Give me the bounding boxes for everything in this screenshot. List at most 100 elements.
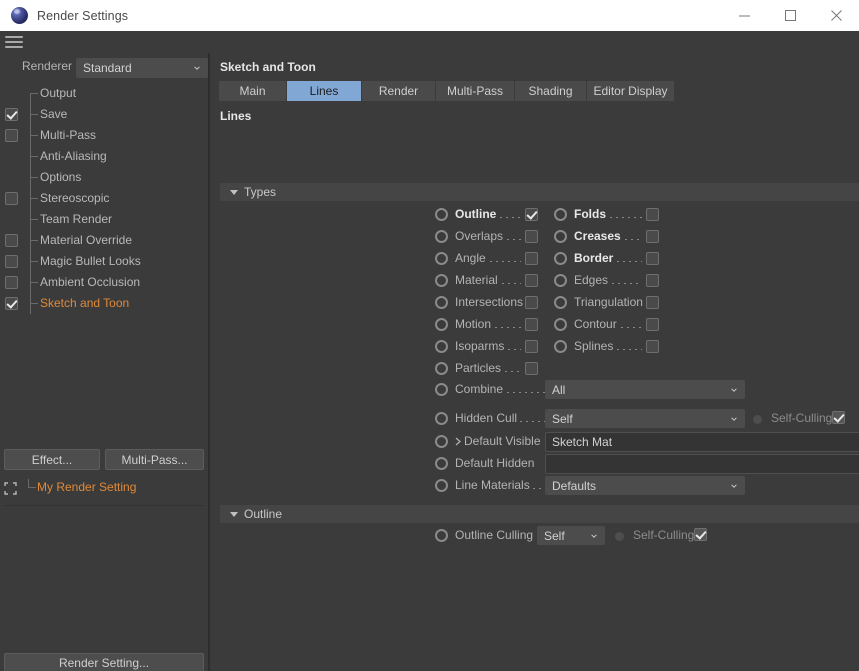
minimize-icon[interactable]: [721, 0, 767, 31]
line-type-outline-checkbox[interactable]: [525, 208, 538, 221]
line-type-angle-label: Angle: [455, 251, 486, 265]
tree-item-team-render[interactable]: Team Render: [0, 209, 208, 230]
line-type-angle-checkbox[interactable]: [525, 252, 538, 265]
line-type-splines-radio[interactable]: [554, 340, 567, 353]
default-visible-radio[interactable]: [435, 435, 448, 448]
line-type-edges-radio[interactable]: [554, 274, 567, 287]
cinema4d-logo-icon: [11, 7, 28, 24]
tree-item-save[interactable]: Save: [0, 104, 208, 125]
line-materials-value: Defaults: [552, 478, 597, 493]
hidden-cull-self-culling-dot[interactable]: [753, 415, 762, 424]
tree-item-material-override[interactable]: Material Override: [0, 230, 208, 251]
row-combine: Combine All: [435, 379, 765, 401]
line-type-splines-label: Splines: [574, 339, 614, 353]
tree-item-label: Multi-Pass: [40, 128, 97, 142]
outline-culling-self-culling-dot[interactable]: [615, 532, 624, 541]
line-type-triangulation-radio[interactable]: [554, 296, 567, 309]
tree-item-checkbox[interactable]: [5, 192, 18, 205]
close-icon[interactable]: [813, 0, 859, 31]
renderer-select[interactable]: Standard: [76, 58, 208, 78]
hidden-cull-select[interactable]: Self: [545, 409, 745, 428]
maximize-icon[interactable]: [767, 0, 813, 31]
hidden-cull-self-culling-checkbox[interactable]: [832, 411, 845, 424]
combine-radio[interactable]: [435, 383, 448, 396]
tree-item-options[interactable]: Options: [0, 167, 208, 188]
line-type-motion-radio[interactable]: [435, 318, 448, 331]
line-type-isoparms-radio[interactable]: [435, 340, 448, 353]
line-type-border-radio[interactable]: [554, 252, 567, 265]
line-type-overlaps-radio[interactable]: [435, 230, 448, 243]
line-type-motion-checkbox[interactable]: [525, 318, 538, 331]
tree-item-checkbox[interactable]: [5, 129, 18, 142]
line-type-contour-label: Contour: [574, 317, 617, 331]
hidden-cull-radio[interactable]: [435, 412, 448, 425]
line-type-particles-radio[interactable]: [435, 362, 448, 375]
combine-select[interactable]: All: [545, 380, 745, 399]
tree-item-output[interactable]: Output: [0, 83, 208, 104]
window-controls: [721, 0, 859, 31]
line-materials-radio[interactable]: [435, 479, 448, 492]
line-type-triangulation-checkbox[interactable]: [646, 296, 659, 309]
render-settings-list-area[interactable]: [4, 505, 204, 651]
renderer-value: Standard: [83, 61, 132, 75]
tab-editor-display[interactable]: Editor Display: [587, 81, 675, 101]
renderer-row: Renderer Standard: [0, 53, 208, 83]
tree-item-anti-aliasing[interactable]: Anti-Aliasing: [0, 146, 208, 167]
group-header-types[interactable]: Types: [220, 183, 859, 201]
line-type-material-radio[interactable]: [435, 274, 448, 287]
line-type-folds-checkbox[interactable]: [646, 208, 659, 221]
line-type-intersections-radio[interactable]: [435, 296, 448, 309]
line-type-border-checkbox[interactable]: [646, 252, 659, 265]
tree-item-sketch-and-toon[interactable]: Sketch and Toon: [0, 293, 208, 314]
outline-culling-self-culling-checkbox[interactable]: [694, 528, 707, 541]
tab-lines[interactable]: Lines: [287, 81, 362, 101]
list-item-my-render-setting[interactable]: My Render Setting: [0, 477, 208, 499]
line-type-contour: Contour: [554, 315, 662, 335]
line-type-angle-radio[interactable]: [435, 252, 448, 265]
line-type-overlaps-checkbox[interactable]: [525, 230, 538, 243]
tree-item-ambient-occlusion[interactable]: Ambient Occlusion: [0, 272, 208, 293]
chevron-right-icon[interactable]: [454, 437, 462, 446]
tree-connector-horizontal: [30, 198, 38, 199]
line-type-particles-checkbox[interactable]: [525, 362, 538, 375]
line-type-edges-checkbox[interactable]: [646, 274, 659, 287]
tree-item-magic-bullet-looks[interactable]: Magic Bullet Looks: [0, 251, 208, 272]
tree-item-checkbox[interactable]: [5, 234, 18, 247]
default-hidden-radio[interactable]: [435, 457, 448, 470]
tree-item-label: Magic Bullet Looks: [40, 254, 141, 268]
tab-main[interactable]: Main: [219, 81, 287, 101]
line-type-splines-checkbox[interactable]: [646, 340, 659, 353]
line-type-edges-label: Edges: [574, 273, 609, 287]
line-type-material-checkbox[interactable]: [525, 274, 538, 287]
default-visible-field[interactable]: Sketch Mat: [545, 432, 859, 452]
tree-item-multi-pass[interactable]: Multi-Pass: [0, 125, 208, 146]
line-type-intersections-checkbox[interactable]: [525, 296, 538, 309]
group-header-outline[interactable]: Outline: [220, 505, 859, 523]
outline-culling-radio[interactable]: [435, 529, 448, 542]
tree-item-checkbox[interactable]: [5, 108, 18, 121]
tree-item-label: Sketch and Toon: [40, 296, 130, 310]
default-hidden-field[interactable]: [545, 454, 859, 474]
tree-item-checkbox[interactable]: [5, 276, 18, 289]
line-materials-select[interactable]: Defaults: [545, 476, 745, 495]
multi-pass-button[interactable]: Multi-Pass...: [105, 449, 204, 470]
hamburger-menu-icon[interactable]: [5, 35, 23, 49]
leader-dots: [612, 283, 642, 284]
tree-item-checkbox[interactable]: [5, 255, 18, 268]
tree-item-checkbox[interactable]: [5, 297, 18, 310]
tab-render[interactable]: Render: [362, 81, 436, 101]
line-type-folds-radio[interactable]: [554, 208, 567, 221]
tree-item-stereoscopic[interactable]: Stereoscopic: [0, 188, 208, 209]
effect-button[interactable]: Effect...: [4, 449, 100, 470]
line-type-creases-checkbox[interactable]: [646, 230, 659, 243]
group-header-types-label: Types: [244, 185, 277, 199]
line-type-isoparms-checkbox[interactable]: [525, 340, 538, 353]
line-type-outline-radio[interactable]: [435, 208, 448, 221]
render-setting-button[interactable]: Render Setting...: [4, 653, 204, 671]
line-type-creases-radio[interactable]: [554, 230, 567, 243]
outline-culling-select[interactable]: Self: [537, 526, 605, 545]
tab-multi-pass[interactable]: Multi-Pass: [436, 81, 515, 101]
tab-shading[interactable]: Shading: [515, 81, 587, 101]
line-type-contour-checkbox[interactable]: [646, 318, 659, 331]
line-type-contour-radio[interactable]: [554, 318, 567, 331]
